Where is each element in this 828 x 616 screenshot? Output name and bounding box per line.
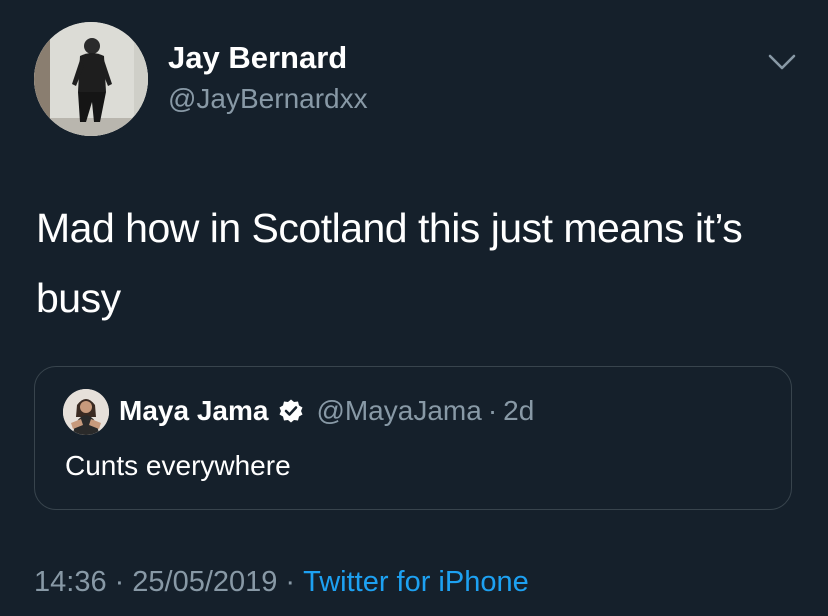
footer-separator: · — [285, 566, 296, 598]
quoted-tweet-header: Maya Jama @MayaJama · 2d — [119, 394, 534, 428]
author-handle[interactable]: @JayBernardxx — [168, 82, 368, 116]
verified-badge-icon — [279, 399, 303, 423]
tweet-date[interactable]: 25/05/2019 — [132, 564, 277, 600]
author-avatar-image — [34, 22, 148, 136]
quoted-author-avatar-image — [63, 389, 109, 435]
tweet-source-link[interactable]: Twitter for iPhone — [303, 564, 529, 600]
quoted-tweet-text: Cunts everywhere — [65, 450, 291, 481]
quoted-tweet[interactable]: Maya Jama @MayaJama · 2d Cunts everywher… — [34, 366, 792, 510]
tweet-card: Jay Bernard @JayBernardxx Mad how in Sco… — [0, 0, 828, 616]
quoted-author-name[interactable]: Maya Jama — [119, 394, 268, 428]
tweet-text: Mad how in Scotland this just means it’s… — [36, 205, 743, 321]
footer-separator: · — [114, 566, 125, 598]
author-avatar[interactable] — [34, 22, 148, 136]
author-name[interactable]: Jay Bernard — [168, 40, 347, 76]
tweet-time[interactable]: 14:36 — [34, 564, 107, 600]
tweet-metadata: 14:36 · 25/05/2019 · Twitter for iPhone — [34, 564, 529, 600]
quoted-tweet-separator: · — [487, 395, 498, 426]
quoted-author-avatar[interactable] — [63, 389, 109, 435]
quoted-author-handle[interactable]: @MayaJama — [316, 394, 481, 428]
quoted-tweet-time[interactable]: 2d — [503, 394, 534, 428]
chevron-down-icon[interactable] — [766, 50, 798, 74]
